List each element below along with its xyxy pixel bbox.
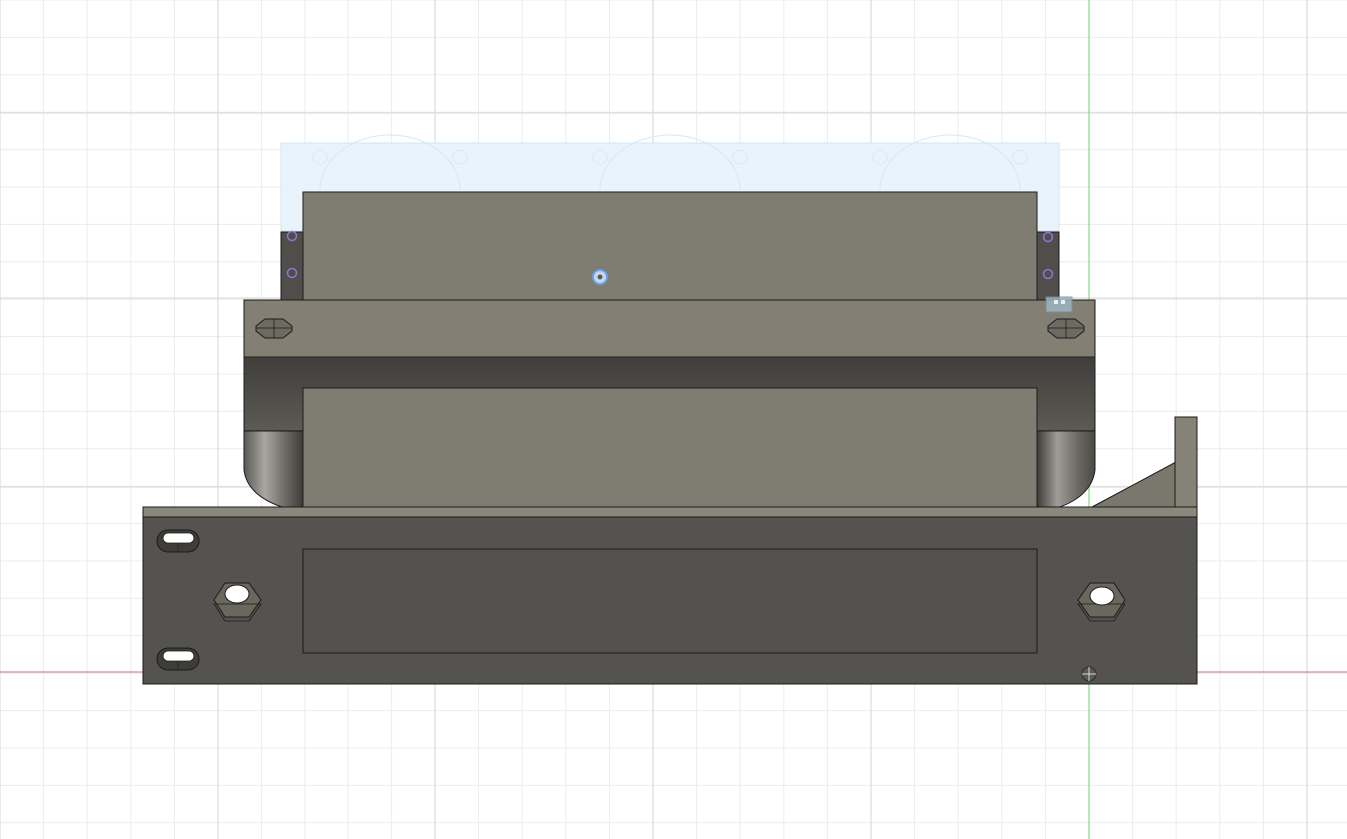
mounting-slot-icon — [156, 529, 200, 553]
left-curved-standoff — [243, 430, 304, 508]
left-side-tab — [280, 231, 304, 301]
center-point-icon[interactable] — [592, 269, 608, 285]
hex-nut-icon — [1047, 318, 1085, 339]
lower-module-face[interactable] — [302, 387, 1038, 508]
origin-crosshair-icon[interactable] — [1081, 666, 1097, 682]
mini-widget-icon[interactable] — [1045, 296, 1073, 313]
mounting-slot-icon — [156, 647, 200, 671]
viewport-canvas[interactable] — [0, 0, 1347, 839]
bracket-top-face[interactable] — [243, 299, 1096, 358]
cad-3d-viewport[interactable] — [0, 0, 1347, 839]
rack-panel-window — [302, 548, 1038, 654]
rack-panel-top-edge — [142, 506, 1198, 518]
right-curved-standoff — [1036, 430, 1096, 508]
side-gusset — [1091, 416, 1198, 510]
hex-nut-icon — [255, 318, 293, 339]
upper-module-face[interactable] — [302, 191, 1038, 301]
